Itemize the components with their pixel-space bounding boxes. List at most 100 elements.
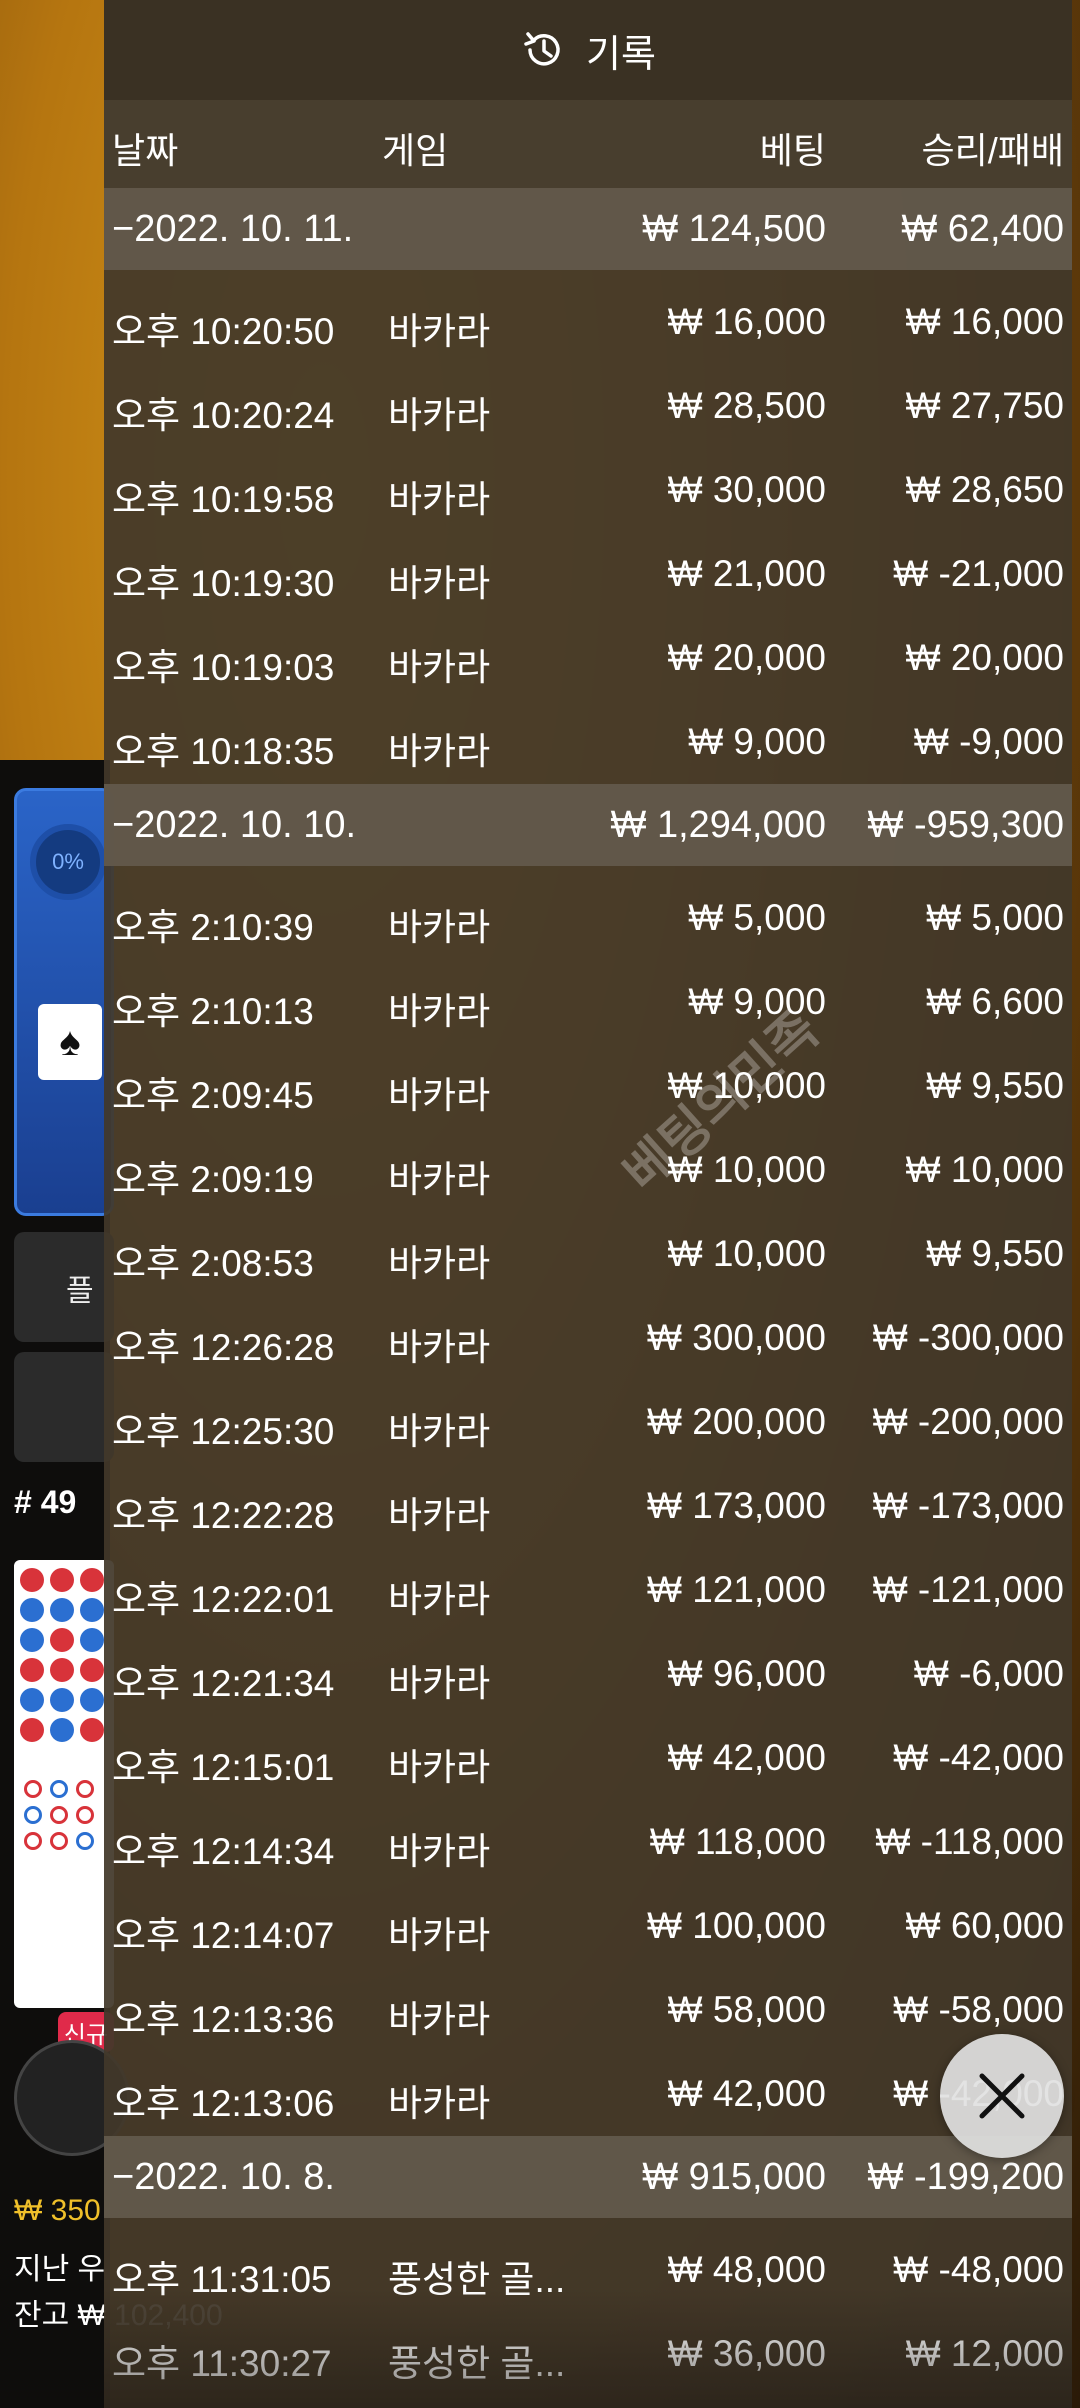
bead-road-dot bbox=[50, 1568, 74, 1592]
history-row[interactable]: 오후 11:30:27 풍성한 골... ₩ 36,000 ₩ 12,000 bbox=[104, 2312, 1072, 2396]
history-row[interactable]: 오후 12:14:34 바카라 ₩ 118,000 ₩ -118,000 bbox=[104, 1800, 1072, 1884]
row-win-loss: ₩ 6,600 bbox=[926, 981, 1064, 1022]
history-row[interactable]: 오후 10:20:24 바카라 ₩ 28,500 ₩ 27,750 bbox=[104, 364, 1072, 448]
row-win-loss: ₩ -6,000 bbox=[913, 1653, 1064, 1694]
row-bet: ₩ 96,000 bbox=[667, 1653, 826, 1694]
bead-road-dot bbox=[20, 1598, 44, 1622]
history-row[interactable]: 오후 2:10:13 바카라 ₩ 9,000 ₩ 6,600 bbox=[104, 960, 1072, 1044]
history-title: 기록 bbox=[586, 33, 656, 76]
row-time: 오후 10:20:24 bbox=[112, 395, 335, 436]
row-bet: ₩ 10,000 bbox=[667, 1233, 826, 1274]
history-row[interactable]: 오후 2:10:39 바카라 ₩ 5,000 ₩ 5,000 bbox=[104, 876, 1072, 960]
row-win-loss: ₩ 10,000 bbox=[905, 1149, 1064, 1190]
row-time: 오후 12:26:28 bbox=[112, 1327, 335, 1368]
row-bet: ₩ 118,000 bbox=[649, 1821, 826, 1862]
history-row[interactable]: 오후 10:20:50 바카라 ₩ 16,000 ₩ 16,000 bbox=[104, 280, 1072, 364]
spade-card-icon: ♠ bbox=[38, 1004, 102, 1080]
row-game: 바카라 bbox=[388, 1243, 491, 1284]
big-road-ring bbox=[24, 1832, 42, 1850]
big-road-ring bbox=[24, 1806, 42, 1824]
row-time: 오후 10:19:30 bbox=[112, 563, 335, 604]
row-game: 바카라 bbox=[388, 1747, 491, 1788]
row-game: 바카라 bbox=[388, 1999, 491, 2040]
history-panel: 기록 날짜 게임 베팅 승리/패배 −2022. 10. 11. ₩ 124,50… bbox=[104, 0, 1072, 2408]
bead-road-dot bbox=[20, 1658, 44, 1682]
date-group-label: −2022. 10. 8. bbox=[112, 2156, 335, 2198]
row-win-loss: ₩ -173,000 bbox=[872, 1485, 1064, 1526]
app-root: 0% ♠ 플 # 49 신규 ₩ 350 지난 우 잔고 ₩ 102,400 기… bbox=[0, 0, 1080, 2408]
date-group-row[interactable]: −2022. 10. 8. ₩ 915,000 ₩ -199,200 bbox=[104, 2136, 1072, 2218]
bead-road-dot bbox=[20, 1568, 44, 1592]
date-group-total-win: ₩ 62,400 bbox=[901, 208, 1064, 250]
date-group-total-bet: ₩ 1,294,000 bbox=[610, 804, 826, 846]
row-bet: ₩ 100,000 bbox=[647, 1905, 826, 1946]
row-time: 오후 12:14:34 bbox=[112, 1831, 335, 1872]
row-win-loss: ₩ -42,000 bbox=[893, 1737, 1064, 1778]
history-row[interactable]: 오후 2:09:45 바카라 ₩ 10,000 ₩ 9,550 bbox=[104, 1044, 1072, 1128]
row-time: 오후 12:25:30 bbox=[112, 1411, 335, 1452]
history-row[interactable]: 오후 11:31:05 풍성한 골... ₩ 48,000 ₩ -48,000 bbox=[104, 2228, 1072, 2312]
history-row[interactable]: 오후 12:14:07 바카라 ₩ 100,000 ₩ 60,000 bbox=[104, 1884, 1072, 1968]
row-bet: ₩ 42,000 bbox=[667, 2073, 826, 2114]
history-row[interactable]: 오후 12:25:30 바카라 ₩ 200,000 ₩ -200,000 bbox=[104, 1380, 1072, 1464]
row-game: 바카라 bbox=[388, 1663, 491, 1704]
row-time: 오후 2:08:53 bbox=[112, 1243, 314, 1284]
row-time: 오후 12:14:07 bbox=[112, 1915, 335, 1956]
column-header-bet: 베팅 bbox=[759, 130, 826, 171]
row-bet: ₩ 28,500 bbox=[667, 385, 826, 426]
history-row[interactable]: 오후 12:22:28 바카라 ₩ 173,000 ₩ -173,000 bbox=[104, 1464, 1072, 1548]
row-bet: ₩ 30,000 bbox=[667, 469, 826, 510]
row-bet: ₩ 300,000 bbox=[647, 1317, 826, 1358]
side-bet-button-2[interactable] bbox=[14, 1352, 114, 1462]
row-time: 오후 12:22:01 bbox=[112, 1579, 335, 1620]
row-win-loss: ₩ -58,000 bbox=[893, 1989, 1064, 2030]
row-game: 바카라 bbox=[388, 1159, 491, 1200]
close-icon bbox=[979, 2073, 1025, 2119]
history-row[interactable]: 오후 10:18:35 바카라 ₩ 9,000 ₩ -9,000 bbox=[104, 700, 1072, 784]
bead-road-dot bbox=[80, 1628, 104, 1652]
side-bet-button-1[interactable]: 플 bbox=[14, 1232, 114, 1342]
row-bet: ₩ 5,000 bbox=[688, 897, 826, 938]
history-row[interactable]: 오후 12:15:01 바카라 ₩ 42,000 ₩ -42,000 bbox=[104, 1716, 1072, 1800]
row-win-loss: ₩ -9,000 bbox=[913, 721, 1064, 762]
history-row[interactable]: 오후 12:22:01 바카라 ₩ 121,000 ₩ -121,000 bbox=[104, 1548, 1072, 1632]
close-button[interactable] bbox=[940, 2034, 1064, 2158]
bead-road-dot bbox=[50, 1718, 74, 1742]
row-game: 바카라 bbox=[388, 479, 491, 520]
bead-road-dot bbox=[50, 1688, 74, 1712]
bead-road-dot bbox=[80, 1598, 104, 1622]
bead-road-dot bbox=[20, 1628, 44, 1652]
bead-road-dot bbox=[50, 1658, 74, 1682]
big-road-ring bbox=[50, 1780, 68, 1798]
row-win-loss: ₩ 16,000 bbox=[905, 301, 1064, 342]
history-list[interactable]: −2022. 10. 11. ₩ 124,500 ₩ 62,400 오후 10:20:… bbox=[104, 188, 1072, 2396]
row-game: 바카라 bbox=[388, 563, 491, 604]
history-row[interactable]: 오후 10:19:30 바카라 ₩ 21,000 ₩ -21,000 bbox=[104, 532, 1072, 616]
row-game: 바카라 bbox=[388, 907, 491, 948]
history-row[interactable]: 오후 2:09:19 바카라 ₩ 10,000 ₩ 10,000 bbox=[104, 1128, 1072, 1212]
bead-road bbox=[14, 1560, 114, 2008]
column-header-win-loss: 승리/패배 bbox=[921, 130, 1064, 171]
history-row[interactable]: 오후 12:13:36 바카라 ₩ 58,000 ₩ -58,000 bbox=[104, 1968, 1072, 2052]
big-road-ring bbox=[24, 1780, 42, 1798]
row-win-loss: ₩ 9,550 bbox=[926, 1065, 1064, 1106]
history-row[interactable]: 오후 10:19:03 바카라 ₩ 20,000 ₩ 20,000 bbox=[104, 616, 1072, 700]
row-time: 오후 12:13:06 bbox=[112, 2083, 335, 2124]
row-bet: ₩ 36,000 bbox=[667, 2333, 826, 2374]
history-row[interactable]: 오후 12:13:06바카라₩ 42,000₩ -42,000 bbox=[104, 2052, 1072, 2136]
side-bet-button-1-label: 플 bbox=[66, 1275, 94, 1308]
row-game: 풍성한 골... bbox=[388, 2343, 566, 2384]
bet-amount-text: ₩ 350 bbox=[14, 2194, 101, 2227]
row-win-loss: ₩ 20,000 bbox=[905, 637, 1064, 678]
history-row[interactable]: 오후 12:26:28 바카라 ₩ 300,000 ₩ -300,000 bbox=[104, 1296, 1072, 1380]
history-row[interactable]: 오후 10:19:58 바카라 ₩ 30,000 ₩ 28,650 bbox=[104, 448, 1072, 532]
row-game: 바카라 bbox=[388, 395, 491, 436]
row-time: 오후 2:10:39 bbox=[112, 907, 314, 948]
history-row[interactable]: 오후 12:21:34 바카라 ₩ 96,000 ₩ -6,000 bbox=[104, 1632, 1072, 1716]
bead-road-dot bbox=[80, 1658, 104, 1682]
date-group-row[interactable]: −2022. 10. 11. ₩ 124,500 ₩ 62,400 bbox=[104, 188, 1072, 270]
last-win-text: 지난 우 bbox=[14, 2253, 106, 2286]
player-percent-label: 0% bbox=[52, 849, 84, 874]
history-row[interactable]: 오후 2:08:53 바카라 ₩ 10,000 ₩ 9,550 bbox=[104, 1212, 1072, 1296]
date-group-row[interactable]: −2022. 10. 10. ₩ 1,294,000 ₩ -959,300 bbox=[104, 784, 1072, 866]
